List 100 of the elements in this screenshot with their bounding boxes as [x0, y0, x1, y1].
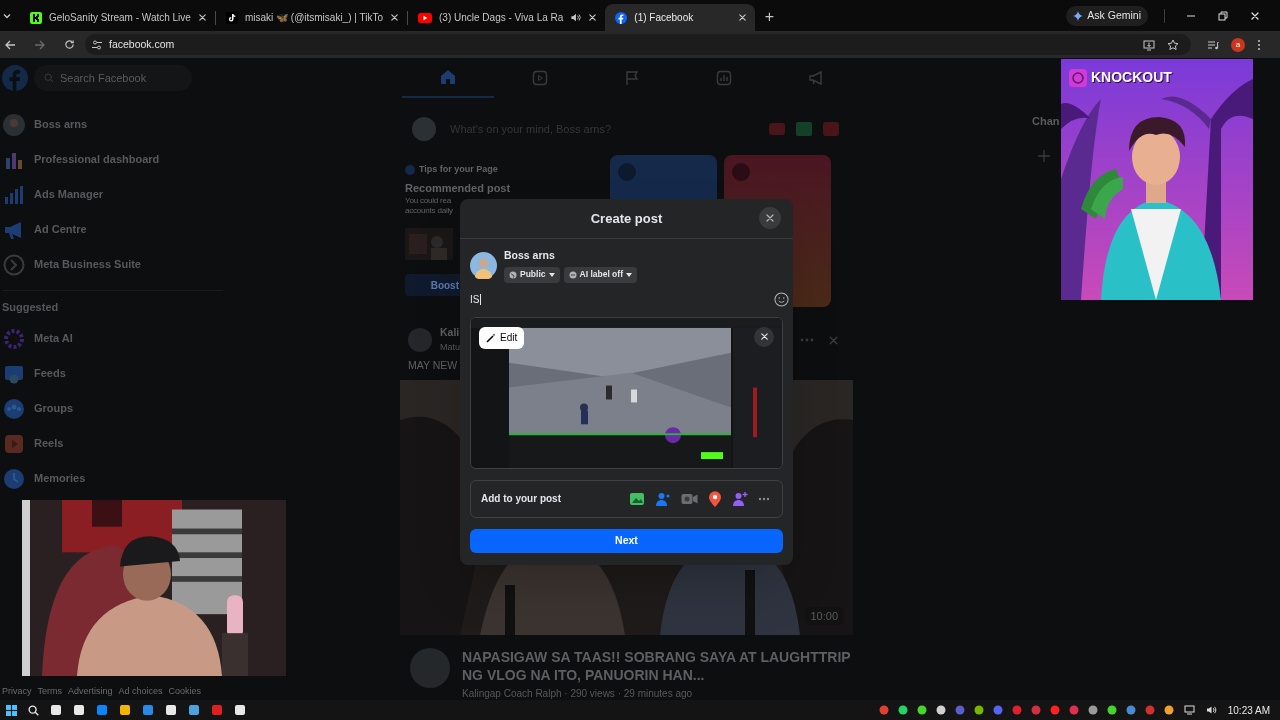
emoji-icon[interactable]: [774, 292, 789, 308]
tray-icon[interactable]: [1125, 705, 1136, 715]
app-icon[interactable]: [165, 704, 177, 716]
start-icon[interactable]: [6, 704, 17, 716]
tray-icon[interactable]: [1106, 705, 1117, 715]
next-button[interactable]: Next: [470, 528, 783, 553]
video-meta: Kalingap Coach Ralph · 290 views · 29 minutes ago: [462, 687, 694, 700]
bar-chart-icon: [3, 183, 25, 206]
post-caption: MAY NEW: [407, 358, 459, 373]
browser-tab[interactable]: misaki 🦋 (@itsmisaki_) | TikTo: [215, 4, 407, 31]
bookmark-star-icon[interactable]: [1167, 38, 1179, 51]
tips-text: accounts daily: [405, 206, 454, 216]
search-field[interactable]: Search Facebook: [34, 65, 192, 91]
audience-dropdown[interactable]: Public: [504, 266, 560, 283]
post-subline: Matu: [440, 341, 461, 355]
ring-icon: [3, 327, 25, 350]
browser-tab[interactable]: (1) Facebook: [605, 4, 756, 31]
volume-icon[interactable]: [1205, 705, 1217, 715]
tray-icon[interactable]: [935, 705, 946, 715]
caret-icon: [625, 272, 632, 277]
search-icon[interactable]: [28, 704, 39, 716]
tips-text: You could rea: [405, 196, 453, 206]
tiktok-logo-icon: [225, 11, 238, 24]
add-to-post-label: Add to your post: [481, 492, 562, 507]
location-pin-icon[interactable]: [708, 490, 722, 507]
people-icon: [3, 397, 25, 420]
footer-link[interactable]: Ad choices: [118, 684, 163, 698]
tag-people-icon[interactable]: [655, 490, 671, 507]
tray-icon[interactable]: [897, 705, 908, 715]
footer-link[interactable]: Cookies: [168, 684, 202, 698]
sidebar-item[interactable]: Meta AI: [0, 321, 81, 356]
kick-logo-icon: [30, 11, 42, 24]
sidebar-item[interactable]: Reels: [0, 426, 72, 461]
avatar: [410, 648, 450, 688]
back-arrow-icon[interactable]: [4, 38, 16, 51]
forward-arrow-icon[interactable]: [34, 38, 46, 51]
sidebar-item[interactable]: Professional dashboard: [0, 142, 168, 177]
avatar: [412, 117, 436, 141]
section-heading: Suggested: [1, 300, 60, 315]
video-title[interactable]: NAPASIGAW SA TAAS!! SOBRANG SAYA AT LAUGHTTRIP NG VLOG NA ITO, PANUORIN HAN...: [462, 648, 853, 684]
reload-icon[interactable]: [64, 39, 75, 50]
facebook-logo-icon: [615, 11, 628, 24]
avatar: [470, 251, 497, 279]
clock-time[interactable]: 10:23 AM: [1227, 702, 1270, 718]
add-person-icon[interactable]: [732, 490, 748, 507]
browser-tab[interactable]: GeloSanity Stream - Watch Live: [20, 4, 215, 31]
ai-label-icon: [568, 270, 577, 279]
sidebar-item[interactable]: Groups: [0, 391, 82, 426]
tray-icon[interactable]: [973, 705, 984, 715]
tips-label: Tips for your Page: [419, 163, 498, 176]
youtube-logo-icon: [418, 12, 432, 23]
video-camera-icon[interactable]: [681, 491, 698, 506]
address-bar[interactable]: facebook.com: [85, 34, 1191, 55]
avatar: [408, 328, 432, 352]
search-icon: [44, 73, 54, 83]
restore-icon[interactable]: [1218, 10, 1228, 21]
app-icon[interactable]: [73, 704, 85, 716]
speaker-icon[interactable]: [570, 12, 582, 23]
ai-label-dropdown[interactable]: AI label off: [563, 266, 637, 283]
tray-icon[interactable]: [916, 705, 927, 715]
ask-gemini-button[interactable]: Ask Gemini: [1066, 5, 1148, 26]
section-heading: Chan: [1032, 114, 1061, 129]
tray-icon[interactable]: [1163, 705, 1174, 715]
sidebar-item[interactable]: Memories: [0, 461, 94, 496]
sidebar-item[interactable]: Ads Manager: [0, 177, 112, 212]
close-icon[interactable]: [765, 213, 775, 223]
app-icon[interactable]: [188, 704, 200, 716]
network-icon[interactable]: [1183, 705, 1195, 715]
sidebar-item[interactable]: Meta Business Suite: [0, 247, 149, 282]
dialog-title: Create post: [590, 209, 663, 228]
new-tab-button[interactable]: +: [759, 6, 780, 27]
url-text: facebook.com: [109, 36, 175, 52]
close-tab-icon[interactable]: [197, 13, 207, 22]
install-app-icon[interactable]: [1143, 38, 1155, 51]
browser-tab[interactable]: (3) Uncle Dags - Viva La Ra: [408, 4, 606, 31]
app-icon[interactable]: [119, 704, 131, 716]
footer-link[interactable]: Terms: [37, 684, 62, 698]
close-tab-icon[interactable]: [390, 13, 399, 22]
tray-icon[interactable]: [1087, 705, 1098, 715]
close-tab-icon[interactable]: [738, 13, 748, 22]
close-button[interactable]: [759, 207, 781, 229]
media-controls-icon[interactable]: [1207, 38, 1219, 51]
caret-icon: [548, 272, 555, 277]
globe-icon: [509, 270, 517, 279]
site-settings-icon[interactable]: [91, 38, 103, 51]
app-icon[interactable]: [50, 704, 62, 716]
footer-link[interactable]: Advertising: [68, 684, 113, 698]
post-text-field[interactable]: IS: [470, 292, 774, 308]
close-tab-icon[interactable]: [588, 13, 598, 22]
footer-link[interactable]: Privacy: [2, 684, 32, 698]
more-icon[interactable]: [758, 496, 770, 501]
app-icon[interactable]: [234, 704, 246, 716]
clock-icon: [3, 467, 25, 490]
sidebar-item[interactable]: Boss arns: [0, 107, 96, 142]
close-window-icon[interactable]: [1250, 10, 1260, 21]
avatar-icon: [3, 113, 25, 136]
sidebar-item[interactable]: Ad Centre: [0, 212, 95, 247]
profile-avatar[interactable]: a: [1231, 37, 1245, 52]
sidebar-item[interactable]: Feeds: [0, 356, 74, 391]
tips-title: Recommended post: [405, 180, 512, 196]
